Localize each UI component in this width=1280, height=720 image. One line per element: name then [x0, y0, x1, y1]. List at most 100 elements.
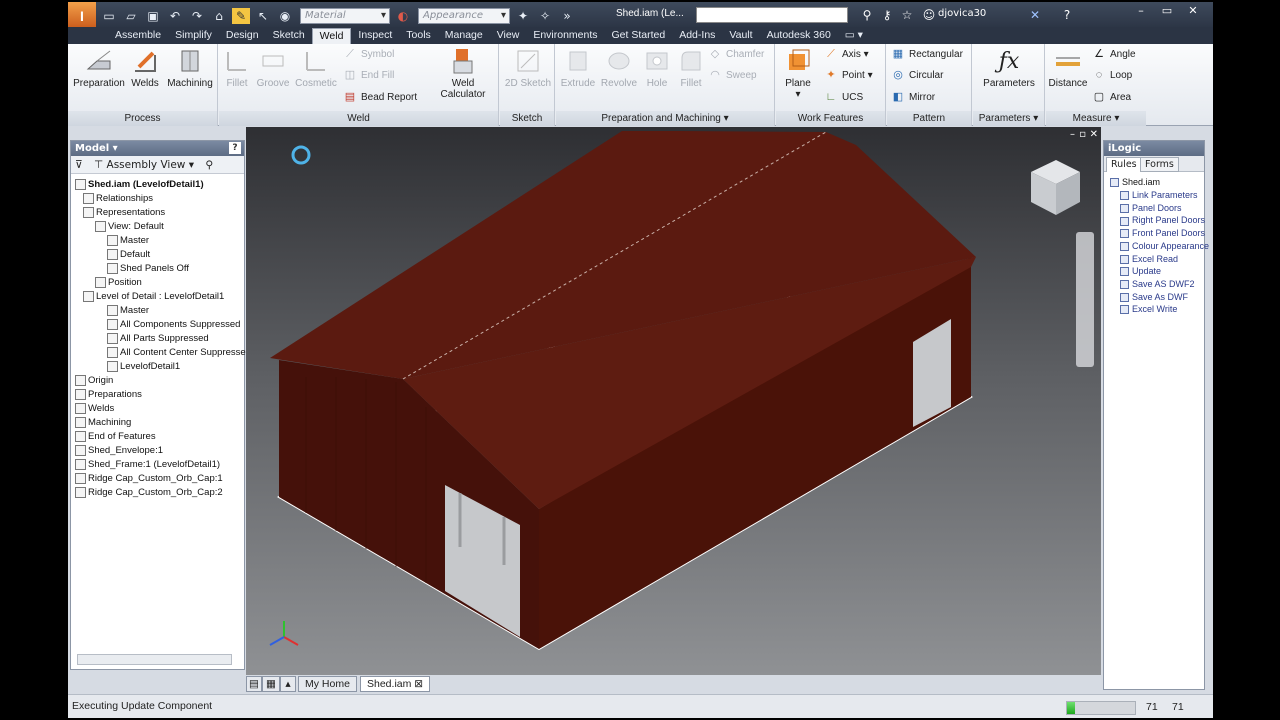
ilogic-root-node[interactable]: Shed.iam — [1110, 176, 1160, 189]
machining-button[interactable]: Machining — [164, 46, 216, 89]
browser-node[interactable]: Ridge Cap_Custom_Orb_Cap:1 — [75, 472, 223, 486]
2d-sketch-button[interactable]: 2D Sketch — [502, 46, 554, 89]
ilogic-rule[interactable]: Save AS DWF2 — [1120, 278, 1195, 291]
help-search-input[interactable] — [696, 7, 848, 23]
shed-model[interactable] — [246, 127, 1101, 675]
angle-button[interactable]: ∠ Angle — [1092, 46, 1136, 64]
browser-node[interactable]: Relationships — [83, 192, 153, 206]
browser-node[interactable]: LevelofDetail1 — [107, 360, 180, 374]
ribbon-toggle-icon[interactable]: ▭ ▾ — [838, 28, 870, 44]
ilogic-rule[interactable]: Excel Write — [1120, 303, 1177, 316]
application-menu-button[interactable]: I — [68, 2, 96, 29]
save-icon[interactable]: ▣ — [144, 8, 162, 24]
viewport-close-icon[interactable]: ✕ — [1090, 129, 1098, 140]
loop-button[interactable]: ◌ Loop — [1092, 67, 1133, 85]
distance-button[interactable]: Distance — [1046, 46, 1090, 89]
welds-button[interactable]: Welds — [126, 46, 164, 89]
select-icon[interactable]: ↖ — [254, 8, 272, 24]
browser-node[interactable]: Level of Detail : LevelofDetail1 — [83, 290, 224, 304]
tab-list-icon[interactable]: ▴ — [280, 676, 296, 692]
hole-button[interactable]: Hole — [640, 46, 674, 89]
tab-shed-iam[interactable]: Shed.iam ⊠ — [360, 676, 431, 692]
tab-rules[interactable]: Rules — [1106, 157, 1142, 172]
ucs-button[interactable]: ∟ UCS — [824, 89, 864, 107]
cascade-icon[interactable]: ▦ — [262, 676, 280, 692]
new-icon[interactable]: ▭ — [100, 8, 118, 24]
find-binoculars-icon[interactable]: ⚲ — [205, 159, 213, 171]
ilogic-rule[interactable]: Save As DWF — [1120, 291, 1188, 304]
tab-environments[interactable]: Environments — [526, 28, 604, 44]
graphics-viewport[interactable]: – ▫ ✕ — [246, 127, 1101, 675]
undo-icon[interactable]: ↶ — [166, 8, 184, 24]
preparation-button[interactable]: Preparation — [72, 46, 126, 89]
browser-node[interactable]: Ridge Cap_Custom_Orb_Cap:2 — [75, 486, 223, 500]
tab-weld[interactable]: Weld — [311, 28, 352, 44]
key-icon[interactable]: ⚷ — [878, 7, 896, 23]
ilogic-rule[interactable]: Link Parameters — [1120, 189, 1198, 202]
favorites-star-icon[interactable]: ☆ — [898, 7, 916, 23]
weld-calculator-button[interactable]: Weld Calculator — [429, 46, 497, 100]
tab-vault[interactable]: Vault — [722, 28, 759, 44]
browser-node[interactable]: Shed_Frame:1 (LevelofDetail1) — [75, 458, 220, 472]
browser-node[interactable]: Shed Panels Off — [107, 262, 189, 276]
material-icon[interactable]: ◉ — [276, 8, 294, 24]
appearance-dropdown[interactable]: Appearance — [418, 7, 510, 24]
close-icon[interactable]: ✕ — [1180, 2, 1206, 20]
browser-node[interactable]: Shed.iam (LevelofDetail1) — [75, 178, 204, 192]
tab-get-started[interactable]: Get Started — [605, 28, 673, 44]
circular-pattern-button[interactable]: ◎ Circular — [891, 67, 943, 85]
preparation-machining-panel-title[interactable]: Preparation and Machining ▾ — [556, 111, 774, 126]
mirror-button[interactable]: ◧ Mirror — [891, 89, 935, 107]
viewport-minimize-icon[interactable]: – — [1070, 129, 1075, 140]
ilogic-rule[interactable]: Panel Doors — [1120, 202, 1182, 215]
fillet-weld-button[interactable]: Fillet — [221, 46, 253, 89]
tab-design[interactable]: Design — [219, 28, 266, 44]
browser-node[interactable]: Preparations — [75, 388, 142, 402]
binoculars-icon[interactable]: ⚲ — [858, 7, 876, 23]
adjust-icon[interactable]: ✧ — [536, 8, 554, 24]
tile-icon[interactable]: ▤ — [246, 676, 262, 692]
minimize-icon[interactable]: – — [1128, 2, 1154, 20]
browser-node[interactable]: View: Default — [95, 220, 164, 234]
area-button[interactable]: ▢ Area — [1092, 89, 1131, 107]
revolve-button[interactable]: Revolve — [598, 46, 640, 89]
axis-button[interactable]: ⟋ Axis ▾ — [824, 46, 869, 64]
filter-icon[interactable]: ⊽ — [75, 159, 83, 171]
tab-inspect[interactable]: Inspect — [351, 28, 399, 44]
tab-add-ins[interactable]: Add-Ins — [672, 28, 722, 44]
browser-node[interactable]: Position — [95, 276, 142, 290]
measure-panel-title[interactable]: Measure ▾ — [1046, 111, 1146, 126]
ilogic-rule[interactable]: Update — [1120, 265, 1161, 278]
browser-node[interactable]: Default — [107, 248, 150, 262]
tab-sketch[interactable]: Sketch — [266, 28, 312, 44]
exchange-icon[interactable]: ✕ — [1026, 7, 1044, 23]
viewport-restore-icon[interactable]: ▫ — [1079, 129, 1086, 140]
tab-view[interactable]: View — [490, 28, 527, 44]
extrude-button[interactable]: Extrude — [558, 46, 598, 89]
ilogic-rule[interactable]: Colour Appearance — [1120, 240, 1209, 253]
rectangular-pattern-button[interactable]: ▦ Rectangular — [891, 46, 963, 64]
ilogic-rule[interactable]: Excel Read — [1120, 253, 1178, 266]
maximize-icon[interactable]: ▭ — [1154, 2, 1180, 20]
browser-node[interactable]: Master — [107, 234, 149, 248]
view-cube[interactable] — [1031, 160, 1080, 215]
tab-autodesk-360[interactable]: Autodesk 360 — [760, 28, 838, 44]
browser-node[interactable]: Origin — [75, 374, 113, 388]
browser-node[interactable]: Welds — [75, 402, 114, 416]
clear-appearance-icon[interactable]: ✦ — [514, 8, 532, 24]
browser-node[interactable]: All Components Suppressed — [107, 318, 240, 332]
symbol-button[interactable]: ⟋ Symbol — [343, 46, 394, 64]
home-icon[interactable]: ⌂ — [210, 8, 228, 24]
ilogic-rule[interactable]: Front Panel Doors — [1120, 227, 1205, 240]
help-icon[interactable]: ? — [1058, 7, 1076, 23]
bead-report-button[interactable]: ▤ Bead Report — [343, 89, 417, 107]
browser-help-icon[interactable]: ? — [229, 142, 241, 154]
browser-node[interactable]: All Parts Suppressed — [107, 332, 209, 346]
parameters-button[interactable]: ƒx Parameters — [975, 46, 1043, 90]
parameters-panel-title[interactable]: Parameters ▾ — [973, 111, 1044, 126]
appearance-icon[interactable]: ◐ — [394, 8, 412, 24]
chamfer-button[interactable]: ◇ Chamfer — [708, 46, 765, 64]
point-button[interactable]: ✦ Point ▾ — [824, 67, 872, 85]
material-dropdown[interactable]: Material — [300, 7, 390, 24]
cosmetic-weld-button[interactable]: Cosmetic — [293, 46, 339, 89]
